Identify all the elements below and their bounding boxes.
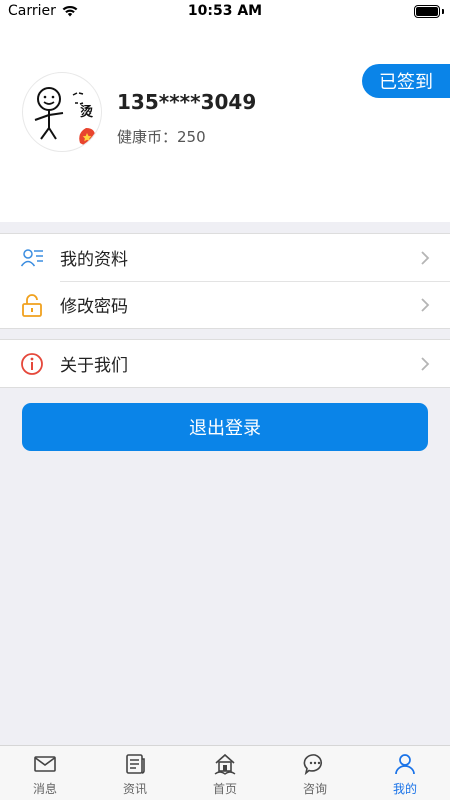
menu-item-my-profile[interactable]: 我的资料 xyxy=(0,234,450,281)
chat-icon xyxy=(303,754,322,776)
menu-item-change-password[interactable]: 修改密码 xyxy=(0,281,450,328)
home-icon xyxy=(214,753,236,775)
profile-header: 烫 135****3049 健康币：250 已签到 xyxy=(0,24,450,222)
menu-group-profile: 我的资料 修改密码 xyxy=(0,233,450,329)
health-coins-value: 250 xyxy=(177,128,206,146)
tab-news[interactable]: 资讯 xyxy=(90,746,180,800)
status-bar: Carrier 10:53 AM xyxy=(0,0,450,24)
menu-group-about: 关于我们 xyxy=(0,339,450,388)
unlock-icon xyxy=(22,293,42,317)
logout-button[interactable]: 退出登录 xyxy=(22,403,428,451)
menu-item-about-us[interactable]: 关于我们 xyxy=(0,340,450,387)
news-icon xyxy=(126,754,145,774)
tab-label: 咨询 xyxy=(302,782,327,796)
tab-label: 我的 xyxy=(392,782,417,796)
info-icon xyxy=(21,352,43,375)
tab-home[interactable]: 首页 xyxy=(180,746,270,800)
health-coins: 健康币：250 xyxy=(117,126,206,147)
tab-consult[interactable]: 咨询 xyxy=(270,746,360,800)
clock: 10:53 AM xyxy=(187,3,263,19)
menu-item-label: 关于我们 xyxy=(60,356,128,376)
stick-figure-avatar-image: 烫 xyxy=(34,87,96,146)
avatar[interactable]: 烫 xyxy=(22,72,102,152)
tab-bar: 消息 资讯 首页 咨询 我的 xyxy=(0,745,450,800)
tab-label: 首页 xyxy=(212,782,237,796)
health-coins-label: 健康币： xyxy=(117,128,178,146)
mail-icon xyxy=(34,756,56,772)
person-icon xyxy=(395,754,415,775)
battery-tip xyxy=(442,9,444,14)
user-card-icon xyxy=(20,248,43,266)
chevron-right-icon xyxy=(421,297,430,312)
checkin-button[interactable]: 已签到 xyxy=(362,64,450,98)
user-phone: 135****3049 xyxy=(117,90,257,114)
chevron-right-icon xyxy=(421,250,430,265)
tab-messages[interactable]: 消息 xyxy=(0,746,90,800)
battery-icon xyxy=(414,5,440,18)
menu-item-label: 修改密码 xyxy=(60,297,128,317)
svg-text:烫: 烫 xyxy=(80,104,94,120)
tab-mine[interactable]: 我的 xyxy=(360,746,450,800)
menu-item-label: 我的资料 xyxy=(60,250,128,270)
chevron-right-icon xyxy=(421,356,430,371)
tab-label: 资讯 xyxy=(122,782,147,796)
tab-label: 消息 xyxy=(32,782,57,796)
